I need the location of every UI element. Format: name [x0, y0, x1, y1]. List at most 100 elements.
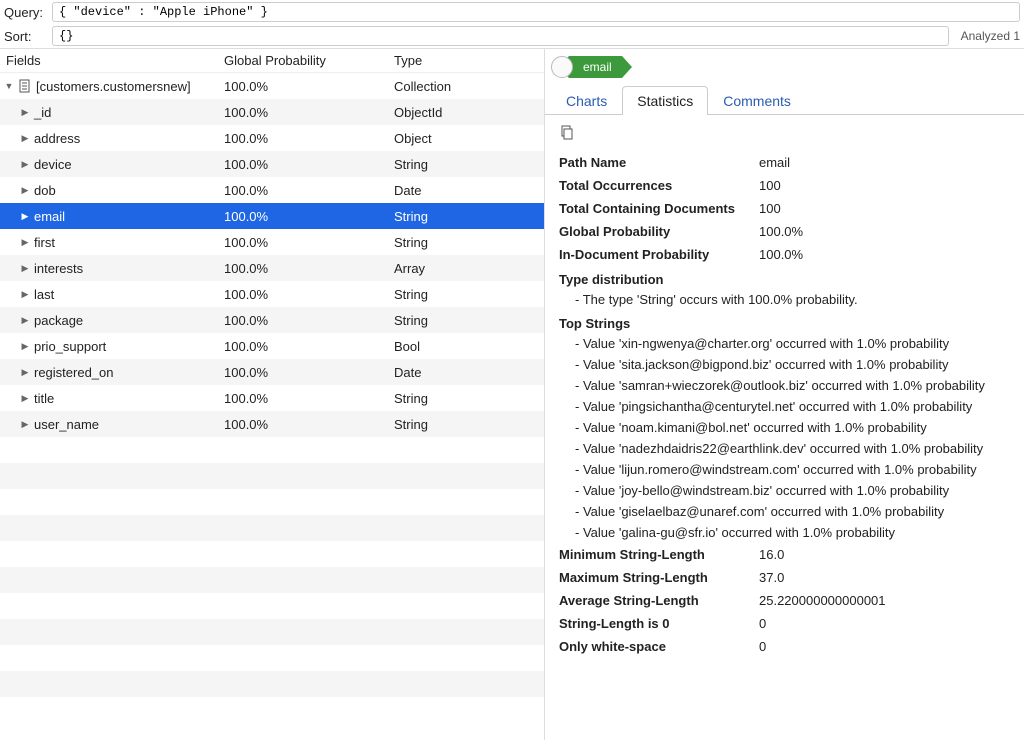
field-probability: 100.0%	[224, 79, 394, 94]
sort-input[interactable]	[52, 26, 949, 46]
tree-row-empty	[0, 671, 544, 697]
chevron-right-icon[interactable]: ▶	[20, 185, 30, 196]
col-fields[interactable]: Fields	[0, 53, 224, 68]
field-type: Collection	[394, 79, 544, 94]
crumb-current[interactable]: email	[569, 56, 622, 78]
field-type: String	[394, 209, 544, 224]
fields-tree[interactable]: ▼[customers.customersnew]100.0%Collectio…	[0, 73, 544, 740]
chevron-right-icon[interactable]: ▶	[20, 107, 30, 118]
field-probability: 100.0%	[224, 183, 394, 198]
field-name: dob	[34, 183, 56, 198]
field-type: ObjectId	[394, 105, 544, 120]
tree-row[interactable]: ▶interests100.0%Array	[0, 255, 544, 281]
stat-row: Only white-space0	[559, 635, 1010, 658]
chevron-right-icon[interactable]: ▶	[20, 263, 30, 274]
field-name: last	[34, 287, 54, 302]
top-string-item: - Value 'sita.jackson@bigpond.biz' occur…	[559, 354, 1010, 375]
stat-label: Only white-space	[559, 639, 759, 654]
fields-panel: Fields Global Probability Type ▼ [custome…	[0, 49, 545, 740]
field-name: interests	[34, 261, 83, 276]
top-string-item: - Value 'giselaelbaz@unaref.com' occurre…	[559, 501, 1010, 522]
tree-row[interactable]: ▶title100.0%String	[0, 385, 544, 411]
col-global-probability[interactable]: Global Probability	[224, 53, 394, 68]
tab-comments[interactable]: Comments	[708, 86, 806, 115]
stat-row: Average String-Length25.220000000000001	[559, 589, 1010, 612]
stat-row: Minimum String-Length16.0	[559, 543, 1010, 566]
stat-value: 25.220000000000001	[759, 593, 1010, 608]
tree-row[interactable]: ▶ dob 100.0%Date	[0, 177, 544, 203]
tree-row[interactable]: ▶email100.0%String	[0, 203, 544, 229]
chevron-right-icon[interactable]: ▶	[20, 419, 30, 430]
crumb-root-icon[interactable]	[551, 56, 573, 78]
tree-row[interactable]: ▶first100.0%String	[0, 229, 544, 255]
chevron-right-icon[interactable]: ▶	[20, 237, 30, 248]
chevron-right-icon[interactable]: ▶	[20, 159, 30, 170]
field-type: String	[394, 417, 544, 432]
tree-row[interactable]: ▶address100.0%Object	[0, 125, 544, 151]
top-strings-head: Top Strings	[559, 310, 1010, 333]
stat-label: Global Probability	[559, 224, 759, 239]
stat-value: 100	[759, 178, 1010, 193]
copy-icon[interactable]	[559, 125, 575, 141]
stat-row: Maximum String-Length37.0	[559, 566, 1010, 589]
stat-value: 37.0	[759, 570, 1010, 585]
tab-charts[interactable]: Charts	[551, 86, 622, 115]
stat-label: Minimum String-Length	[559, 547, 759, 562]
tree-row[interactable]: ▶last100.0%String	[0, 281, 544, 307]
tree-row[interactable]: ▶registered_on100.0%Date	[0, 359, 544, 385]
chevron-down-icon[interactable]: ▼	[4, 81, 14, 91]
breadcrumb: email	[545, 49, 1024, 85]
stat-row: Path Nameemail	[559, 151, 1010, 174]
chevron-right-icon[interactable]: ▶	[20, 393, 30, 404]
col-type[interactable]: Type	[394, 53, 544, 68]
top-string-item: - Value 'nadezhdaidris22@earthlink.dev' …	[559, 438, 1010, 459]
field-name: [customers.customersnew]	[36, 79, 191, 94]
chevron-right-icon[interactable]: ▶	[20, 341, 30, 352]
tree-row[interactable]: ▶_id100.0%ObjectId	[0, 99, 544, 125]
field-type: Object	[394, 131, 544, 146]
stat-row: Total Containing Documents100	[559, 197, 1010, 220]
tree-row[interactable]: ▶device100.0%String	[0, 151, 544, 177]
tree-row[interactable]: ▼ [customers.customersnew] 100.0%Collectio…	[0, 73, 544, 99]
field-name: address	[34, 131, 80, 146]
field-probability: 100.0%	[224, 209, 394, 224]
field-probability: 100.0%	[224, 105, 394, 120]
field-name: package	[34, 313, 83, 328]
tree-row[interactable]: ▶prio_support100.0%Bool	[0, 333, 544, 359]
tree-row-empty	[0, 541, 544, 567]
stat-value: 100.0%	[759, 224, 1010, 239]
chevron-right-icon[interactable]: ▶	[20, 211, 30, 222]
chevron-right-icon[interactable]: ▶	[20, 367, 30, 378]
stat-row: String-Length is 00	[559, 612, 1010, 635]
top-string-item: - Value 'xin-ngwenya@charter.org' occurr…	[559, 333, 1010, 354]
tree-row-empty	[0, 437, 544, 463]
sort-row: Sort: Analyzed 1	[0, 24, 1024, 48]
field-name: prio_support	[34, 339, 106, 354]
stat-label: Maximum String-Length	[559, 570, 759, 585]
chevron-right-icon[interactable]: ▶	[20, 289, 30, 300]
query-label: Query:	[4, 5, 46, 20]
field-name: first	[34, 235, 55, 250]
stat-row: In-Document Probability100.0%	[559, 243, 1010, 266]
tree-row[interactable]: ▶package100.0%String	[0, 307, 544, 333]
stat-value: 100	[759, 201, 1010, 216]
top-string-item: - Value 'lijun.romero@windstream.com' oc…	[559, 459, 1010, 480]
top-bar: Query: Sort: Analyzed 1	[0, 0, 1024, 49]
chevron-right-icon[interactable]: ▶	[20, 315, 30, 326]
tree-row[interactable]: ▶user_name100.0%String	[0, 411, 544, 437]
stat-value: 16.0	[759, 547, 1010, 562]
tree-row-empty	[0, 463, 544, 489]
query-input[interactable]	[52, 2, 1020, 22]
chevron-right-icon[interactable]: ▶	[20, 133, 30, 144]
stat-row: Total Occurrences100	[559, 174, 1010, 197]
field-type: String	[394, 235, 544, 250]
sort-label: Sort:	[4, 29, 46, 44]
field-type: Array	[394, 261, 544, 276]
field-probability: 100.0%	[224, 365, 394, 380]
details-panel: email ChartsStatisticsComments Path Name…	[545, 49, 1024, 740]
type-distribution-head: Type distribution	[559, 266, 1010, 289]
document-icon	[18, 79, 32, 93]
field-type: Date	[394, 183, 544, 198]
tab-statistics[interactable]: Statistics	[622, 86, 708, 115]
field-probability: 100.0%	[224, 417, 394, 432]
